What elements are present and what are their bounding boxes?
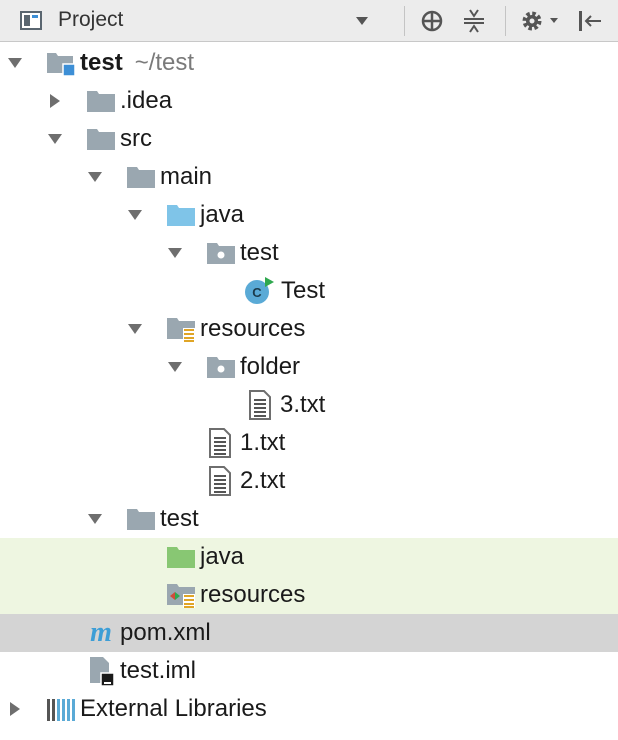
project-view-icon[interactable] xyxy=(20,9,44,31)
dropdown-icon[interactable] xyxy=(348,4,376,38)
folder-icon xyxy=(124,158,158,196)
settings-icon[interactable] xyxy=(518,4,562,38)
expanded-arrow-icon[interactable] xyxy=(4,44,26,82)
tree-label: test xyxy=(160,505,199,532)
tree-label: java xyxy=(200,543,245,570)
tree-row-pom[interactable]: m pom.xml xyxy=(0,614,618,652)
libraries-icon xyxy=(44,690,78,728)
tree-row-test-java[interactable]: java xyxy=(0,538,618,576)
test-source-folder-icon xyxy=(164,538,198,576)
tree-label: 2.txt xyxy=(240,467,286,494)
tree-row-test-dir[interactable]: test xyxy=(0,500,618,538)
module-folder-icon xyxy=(44,44,78,82)
project-toolbar: Project xyxy=(0,0,618,42)
toolbar-separator xyxy=(505,6,506,36)
source-folder-icon xyxy=(164,196,198,234)
tree-row-test-resources[interactable]: resources xyxy=(0,576,618,614)
tree-row-file-2[interactable]: 2.txt xyxy=(0,462,618,500)
text-file-icon xyxy=(203,462,237,500)
tree-label: test.iml xyxy=(120,657,197,684)
collapsed-arrow-icon[interactable] xyxy=(44,82,66,120)
tree-label: main xyxy=(160,163,213,190)
tree-label: folder xyxy=(240,353,301,380)
tree-label: java xyxy=(200,201,245,228)
resources-folder-icon xyxy=(164,310,198,348)
tree-label: Test xyxy=(281,277,326,304)
tree-label: .idea xyxy=(120,87,173,114)
svg-text:C: C xyxy=(252,285,262,300)
tree-row-main-resources[interactable]: resources xyxy=(0,310,618,348)
folder-icon xyxy=(84,120,118,158)
tree-label: resources xyxy=(200,315,306,342)
tree-label: pom.xml xyxy=(120,619,211,646)
tree-label: resources xyxy=(200,581,306,608)
expanded-arrow-icon[interactable] xyxy=(124,196,146,234)
test-resources-folder-icon xyxy=(164,576,198,614)
tree-row-main[interactable]: main xyxy=(0,158,618,196)
maven-icon: m xyxy=(84,614,118,652)
toolbar-separator xyxy=(404,6,405,36)
expanded-arrow-icon[interactable] xyxy=(164,348,186,386)
collapse-all-icon[interactable] xyxy=(459,4,489,38)
expanded-arrow-icon[interactable] xyxy=(84,158,106,196)
panel-title[interactable]: Project xyxy=(58,8,123,32)
tree-label: External Libraries xyxy=(80,695,267,722)
tree-row-external-libraries[interactable]: External Libraries xyxy=(0,690,618,728)
expanded-arrow-icon[interactable] xyxy=(164,234,186,272)
tree-row-file-3[interactable]: 3.txt xyxy=(0,386,618,424)
java-class-icon: C xyxy=(242,272,276,310)
tree-label: src xyxy=(120,125,152,152)
expanded-arrow-icon[interactable] xyxy=(44,120,66,158)
text-file-icon xyxy=(203,424,237,462)
expanded-arrow-icon[interactable] xyxy=(84,500,106,538)
module-file-icon xyxy=(84,652,118,690)
locate-icon[interactable] xyxy=(417,4,447,38)
svg-text:m: m xyxy=(90,619,112,647)
tree-row-src[interactable]: src xyxy=(0,120,618,158)
hide-icon[interactable] xyxy=(574,4,606,38)
tree-label: test xyxy=(240,239,279,266)
tree-row-idea[interactable]: .idea xyxy=(0,82,618,120)
root-path: ~/test xyxy=(134,49,195,76)
folder-icon xyxy=(84,82,118,120)
tree-row-test-class[interactable]: C Test xyxy=(0,272,618,310)
tree-row-file-1[interactable]: 1.txt xyxy=(0,424,618,462)
collapsed-arrow-icon[interactable] xyxy=(4,690,26,728)
tree-label: 1.txt xyxy=(240,429,286,456)
tree-row-root[interactable]: test ~/test xyxy=(0,44,618,82)
expanded-arrow-icon[interactable] xyxy=(124,310,146,348)
tree-row-folder[interactable]: folder xyxy=(0,348,618,386)
root-name: test xyxy=(80,49,123,76)
tree-row-package-test[interactable]: test xyxy=(0,234,618,272)
folder-icon xyxy=(124,500,158,538)
tree-row-iml[interactable]: test.iml xyxy=(0,652,618,690)
package-icon xyxy=(204,348,238,386)
tree-label: 3.txt xyxy=(280,391,326,418)
package-icon xyxy=(204,234,238,272)
text-file-icon xyxy=(243,386,277,424)
tree-row-main-java[interactable]: java xyxy=(0,196,618,234)
